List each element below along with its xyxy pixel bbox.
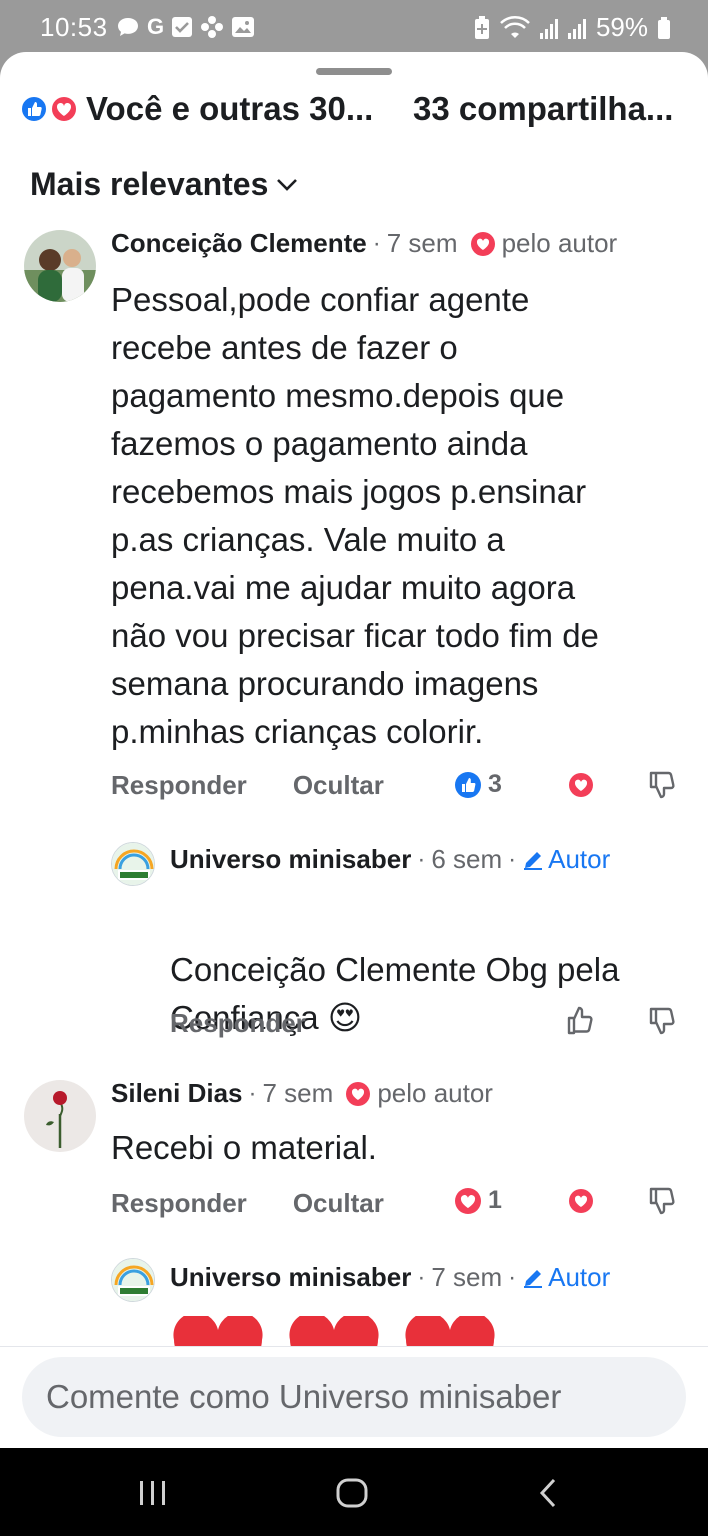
comment-line: pena.vai me ajudar muito agora — [111, 569, 576, 606]
avatar[interactable] — [24, 1080, 96, 1152]
battery-saver-icon — [474, 15, 489, 39]
dislike-button[interactable] — [648, 1006, 676, 1036]
reaction-icons — [20, 94, 82, 124]
comment-time[interactable]: 7 sem — [387, 228, 458, 259]
thumbs-down-icon — [649, 1007, 675, 1035]
home-icon[interactable] — [336, 1478, 368, 1508]
liked-by-author-label: pelo autor — [377, 1078, 493, 1108]
hide-button[interactable]: Ocultar — [293, 1188, 384, 1219]
author-tag: Autor — [548, 844, 611, 874]
signal-2-icon — [567, 17, 586, 39]
avatar[interactable] — [24, 230, 96, 302]
comment-body: Recebi o material. — [111, 1124, 377, 1172]
flower-icon — [201, 16, 224, 38]
sort-dropdown[interactable]: Mais relevantes — [30, 166, 298, 203]
comment-time[interactable]: 7 sem — [263, 1078, 334, 1109]
system-nav-bar — [0, 1448, 708, 1536]
comment-input[interactable]: Comente como Universo minisaber — [22, 1357, 686, 1437]
hide-button[interactable]: Ocultar — [293, 770, 384, 801]
comment-line: p.minhas crianças colorir. — [111, 713, 484, 750]
google-icon: G — [147, 14, 165, 39]
comment-line: fazemos o pagamento ainda — [111, 425, 528, 462]
comment-body: Pessoal,pode confiar agente recebe antes… — [111, 276, 599, 756]
reply-button[interactable]: Responder — [111, 1188, 247, 1219]
comment-line: p.as crianças. Vale muito a — [111, 521, 505, 558]
page-avatar[interactable] — [111, 1258, 155, 1302]
wifi-icon — [500, 15, 530, 38]
like-reaction-icon — [20, 95, 48, 123]
reply-author[interactable]: Universo minisaber — [170, 844, 411, 875]
author-tag: Autor — [548, 1262, 611, 1292]
comment-line: pagamento mesmo.depois que — [111, 377, 565, 414]
dislike-button[interactable] — [648, 770, 676, 800]
comment-author[interactable]: Conceição Clemente — [111, 228, 367, 259]
recent-apps-icon[interactable] — [138, 1480, 168, 1506]
heart-outline-icon — [470, 231, 495, 256]
reaction-count[interactable]: 1 — [454, 1186, 502, 1215]
thumbs-down-icon — [649, 1187, 675, 1215]
page-avatar[interactable] — [111, 842, 155, 886]
reply-time[interactable]: 7 sem — [431, 1262, 502, 1293]
reactions-count-text[interactable]: Você e outras 30... — [86, 90, 373, 128]
reaction-count-number: 1 — [488, 1186, 502, 1214]
reaction-count[interactable]: 3 — [454, 770, 502, 799]
chat-icon — [118, 18, 138, 36]
status-time: 10:53 — [40, 12, 108, 42]
comment-line: Pessoal,pode confiar agente — [111, 281, 530, 318]
signal-icon — [539, 17, 558, 39]
battery-icon — [658, 16, 670, 39]
pencil-icon — [524, 1269, 543, 1288]
comment-line: recebe antes de fazer o — [111, 329, 458, 366]
pencil-icon — [524, 851, 543, 870]
comment-composer: Comente como Universo minisaber — [0, 1346, 708, 1448]
comment-actions: Responder Ocultar — [111, 1188, 384, 1219]
reactions-summary[interactable]: Você e outras 30... 33 compartilha... — [20, 86, 688, 132]
image-icon — [232, 17, 255, 37]
comment-meta: Conceição Clemente · 7 sem pelo autor — [111, 228, 618, 259]
love-react-button[interactable] — [568, 772, 594, 798]
heart-outline-icon — [346, 1081, 371, 1106]
reply-meta: Universo minisaber · 7 sem · Autor — [170, 1262, 611, 1293]
reply-meta: Universo minisaber · 6 sem · Autor — [170, 844, 611, 875]
comments-sheet: Você e outras 30... 33 compartilha... Ma… — [0, 52, 708, 1448]
reply-button[interactable]: Responder — [170, 1008, 306, 1039]
comment-line: recebemos mais jogos p.ensinar — [111, 473, 587, 510]
comment-line: semana procurando imagens — [111, 665, 539, 702]
reply-time[interactable]: 6 sem — [431, 844, 502, 875]
love-react-button[interactable] — [568, 1188, 594, 1214]
reply-author[interactable]: Universo minisaber — [170, 1262, 411, 1293]
chevron-down-icon — [277, 178, 298, 191]
sort-label: Mais relevantes — [30, 166, 269, 202]
checkbox-icon — [172, 17, 193, 37]
liked-by-author-label: pelo autor — [501, 228, 618, 258]
like-reaction-icon — [455, 771, 481, 798]
comment-meta: Sileni Dias · 7 sem pelo autor — [111, 1078, 493, 1109]
heart-icon — [569, 1189, 593, 1213]
love-reaction-icon — [50, 95, 78, 123]
dislike-button[interactable] — [648, 1186, 676, 1216]
reply-line: Conceição Clemente Obg pela — [170, 951, 620, 988]
reply-actions: Responder — [170, 1008, 306, 1039]
sheet-grabber[interactable] — [316, 68, 392, 75]
heart-icon — [569, 773, 593, 797]
thumbs-down-icon — [649, 771, 675, 799]
comment-line: Recebi o material. — [111, 1129, 377, 1166]
comment-author[interactable]: Sileni Dias — [111, 1078, 243, 1109]
back-icon[interactable] — [538, 1478, 558, 1508]
reaction-count-number: 3 — [488, 770, 502, 798]
love-reaction-icon — [455, 1187, 481, 1214]
comment-line: não vou precisar ficar todo fim de — [111, 617, 599, 654]
like-button[interactable] — [566, 1006, 596, 1036]
battery-percent: 59% — [595, 12, 648, 42]
shares-count-text[interactable]: 33 compartilha... — [413, 90, 673, 128]
status-right: 59% — [474, 12, 670, 43]
reply-button[interactable]: Responder — [111, 770, 247, 801]
status-bar: 10:53 G 59% — [0, 0, 708, 58]
thumbs-up-icon — [567, 1006, 593, 1035]
notification-icons: G — [116, 15, 255, 39]
comment-actions: Responder Ocultar — [111, 770, 384, 801]
